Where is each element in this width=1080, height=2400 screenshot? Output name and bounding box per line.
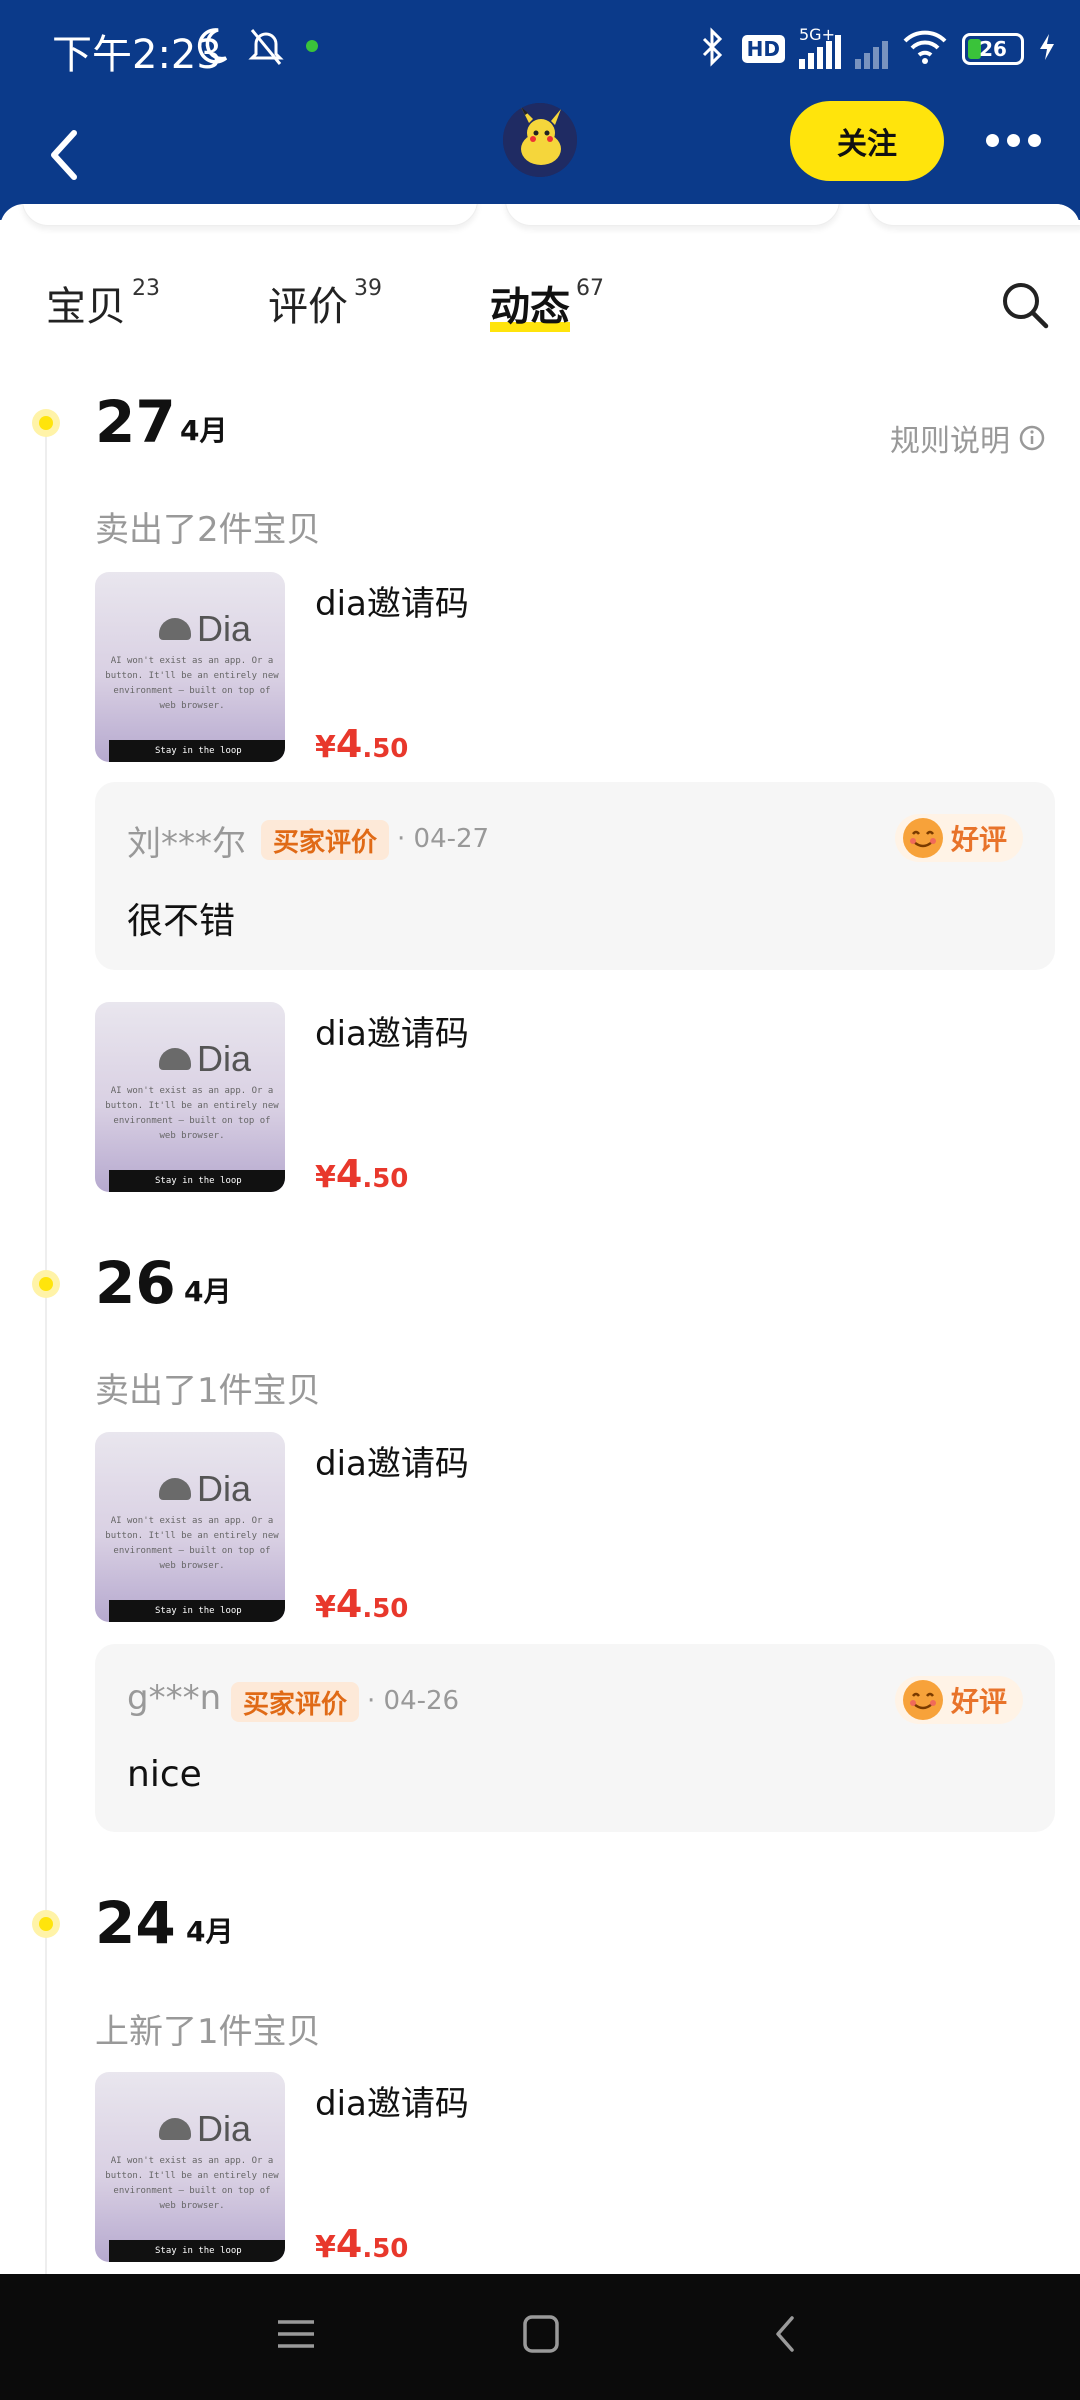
activity-summary: 卖出了1件宝贝 bbox=[95, 1371, 321, 1411]
buyer-review-badge: 买家评价 bbox=[231, 1682, 360, 1722]
cellular-signal-2-icon bbox=[855, 29, 888, 69]
reviewer-name: 刘***尔 bbox=[127, 824, 246, 864]
buyer-review-card[interactable]: 刘***尔 买家评价 · 04-27 好评 很不错 bbox=[95, 782, 1055, 970]
product-price: ¥4.50 bbox=[315, 2222, 409, 2266]
review-text: nice bbox=[127, 1754, 202, 1795]
network-type: 5G+ bbox=[799, 25, 835, 44]
date-month: 4月 bbox=[186, 1915, 234, 1948]
positive-rating-badge: 好评 bbox=[894, 814, 1023, 862]
date-day: 27 bbox=[95, 388, 176, 456]
date-month: 4月 bbox=[184, 1275, 232, 1308]
product-thumbnail: Dia AI won't exist as an app. Or a button… bbox=[95, 572, 285, 762]
date-month: 4月 bbox=[180, 414, 228, 447]
product-item[interactable]: Dia AI won't exist as an app. Or a button… bbox=[95, 1432, 1055, 1626]
buyer-review-card[interactable]: g***n 买家评价 · 04-26 好评 nice bbox=[95, 1644, 1055, 1832]
activity-summary: 上新了1件宝贝 bbox=[95, 2012, 321, 2052]
dia-logo: Dia bbox=[159, 1468, 251, 1510]
stat-card-partial bbox=[22, 204, 478, 226]
timeline-dot bbox=[32, 1910, 60, 1938]
tab-bar: 宝贝 23 评价 39 动态 67 bbox=[0, 274, 1080, 344]
menu-icon[interactable] bbox=[276, 2314, 316, 2358]
moon-icon bbox=[196, 26, 230, 70]
search-icon bbox=[1003, 283, 1049, 329]
follow-button[interactable]: 关注 bbox=[790, 101, 944, 181]
tab-count: 39 bbox=[354, 276, 382, 301]
product-title: dia邀请码 bbox=[315, 2084, 469, 2124]
review-text: 很不错 bbox=[127, 901, 236, 942]
dia-logo: Dia bbox=[159, 1038, 251, 1080]
status-bar: 下午2:23 HD 5G+ 26 bbox=[0, 0, 1080, 95]
search-button[interactable] bbox=[1000, 280, 1050, 334]
system-navigation-bar bbox=[0, 2274, 1080, 2400]
privacy-indicator-dot bbox=[306, 40, 318, 52]
product-title: dia邀请码 bbox=[315, 1444, 469, 1484]
product-thumbnail: Dia AI won't exist as an app. Or a button… bbox=[95, 1432, 285, 1622]
timeline-dot bbox=[32, 409, 60, 437]
positive-rating-badge: 好评 bbox=[894, 1676, 1023, 1724]
timeline-dot bbox=[32, 1270, 60, 1298]
nav-bar: 关注 bbox=[0, 95, 1080, 215]
product-item[interactable]: Dia AI won't exist as an app. Or a button… bbox=[95, 572, 1055, 766]
tab-items[interactable]: 宝贝 23 bbox=[46, 274, 160, 332]
product-price: ¥4.50 bbox=[315, 722, 409, 766]
top-header: 下午2:23 HD 5G+ 26 关注 bbox=[0, 0, 1080, 220]
more-options-button[interactable] bbox=[986, 125, 1056, 155]
charging-icon bbox=[1038, 32, 1056, 66]
product-title: dia邀请码 bbox=[315, 1014, 469, 1054]
smiling-face-icon bbox=[902, 1680, 943, 1720]
dia-logo: Dia bbox=[159, 2108, 251, 2150]
info-icon bbox=[1019, 425, 1045, 451]
tab-reviews[interactable]: 评价 39 bbox=[268, 274, 382, 332]
buyer-review-badge: 买家评价 bbox=[261, 820, 390, 860]
product-thumbnail: Dia AI won't exist as an app. Or a button… bbox=[95, 1002, 285, 1192]
chevron-left-icon bbox=[51, 130, 77, 180]
review-date: · 04-26 bbox=[367, 1686, 460, 1716]
status-icons: HD 5G+ 26 bbox=[698, 24, 1056, 74]
avatar[interactable] bbox=[503, 103, 577, 177]
stat-card-partial bbox=[505, 204, 840, 226]
rules-link[interactable]: 规则说明 bbox=[890, 416, 1046, 460]
battery-icon: 26 bbox=[962, 33, 1024, 65]
stat-card-partial bbox=[868, 204, 1080, 226]
wifi-icon bbox=[902, 29, 948, 69]
product-item[interactable]: Dia AI won't exist as an app. Or a button… bbox=[95, 1002, 1055, 1196]
activity-summary: 卖出了2件宝贝 bbox=[95, 510, 321, 550]
rules-label: 规则说明 bbox=[890, 424, 1010, 459]
cellular-signal-icon: 5G+ bbox=[799, 25, 841, 69]
battery-level: 26 bbox=[979, 37, 1007, 61]
reviewer-name: g***n bbox=[127, 1678, 222, 1718]
product-thumbnail: Dia AI won't exist as an app. Or a button… bbox=[95, 2072, 285, 2262]
tab-label: 评价 bbox=[268, 284, 348, 330]
tab-count: 67 bbox=[576, 276, 604, 301]
product-price: ¥4.50 bbox=[315, 1152, 409, 1196]
seller-activity-panel: 宝贝 23 评价 39 动态 67 27 4月 规则说明 卖出了2件宝贝 Dia AI… bbox=[0, 204, 1080, 2274]
dia-logo: Dia bbox=[159, 608, 251, 650]
timeline-line bbox=[45, 414, 47, 2274]
tab-label: 动态 bbox=[490, 274, 570, 332]
tab-activity[interactable]: 动态 67 bbox=[490, 274, 604, 332]
product-item[interactable]: Dia AI won't exist as an app. Or a button… bbox=[95, 2072, 1055, 2266]
smiling-face-icon bbox=[902, 818, 943, 858]
product-price: ¥4.50 bbox=[315, 1582, 409, 1626]
home-icon[interactable] bbox=[522, 2314, 560, 2358]
bluetooth-icon bbox=[698, 27, 728, 71]
bell-muted-icon bbox=[248, 26, 284, 70]
back-nav-icon[interactable] bbox=[772, 2314, 798, 2358]
date-day: 26 bbox=[95, 1249, 176, 1317]
review-date: · 04-27 bbox=[397, 824, 490, 854]
date-day: 24 bbox=[95, 1889, 176, 1957]
tab-count: 23 bbox=[132, 276, 160, 301]
hd-badge: HD bbox=[741, 35, 785, 63]
tab-label: 宝贝 bbox=[46, 284, 126, 330]
product-title: dia邀请码 bbox=[315, 584, 469, 624]
back-button[interactable] bbox=[48, 115, 108, 195]
